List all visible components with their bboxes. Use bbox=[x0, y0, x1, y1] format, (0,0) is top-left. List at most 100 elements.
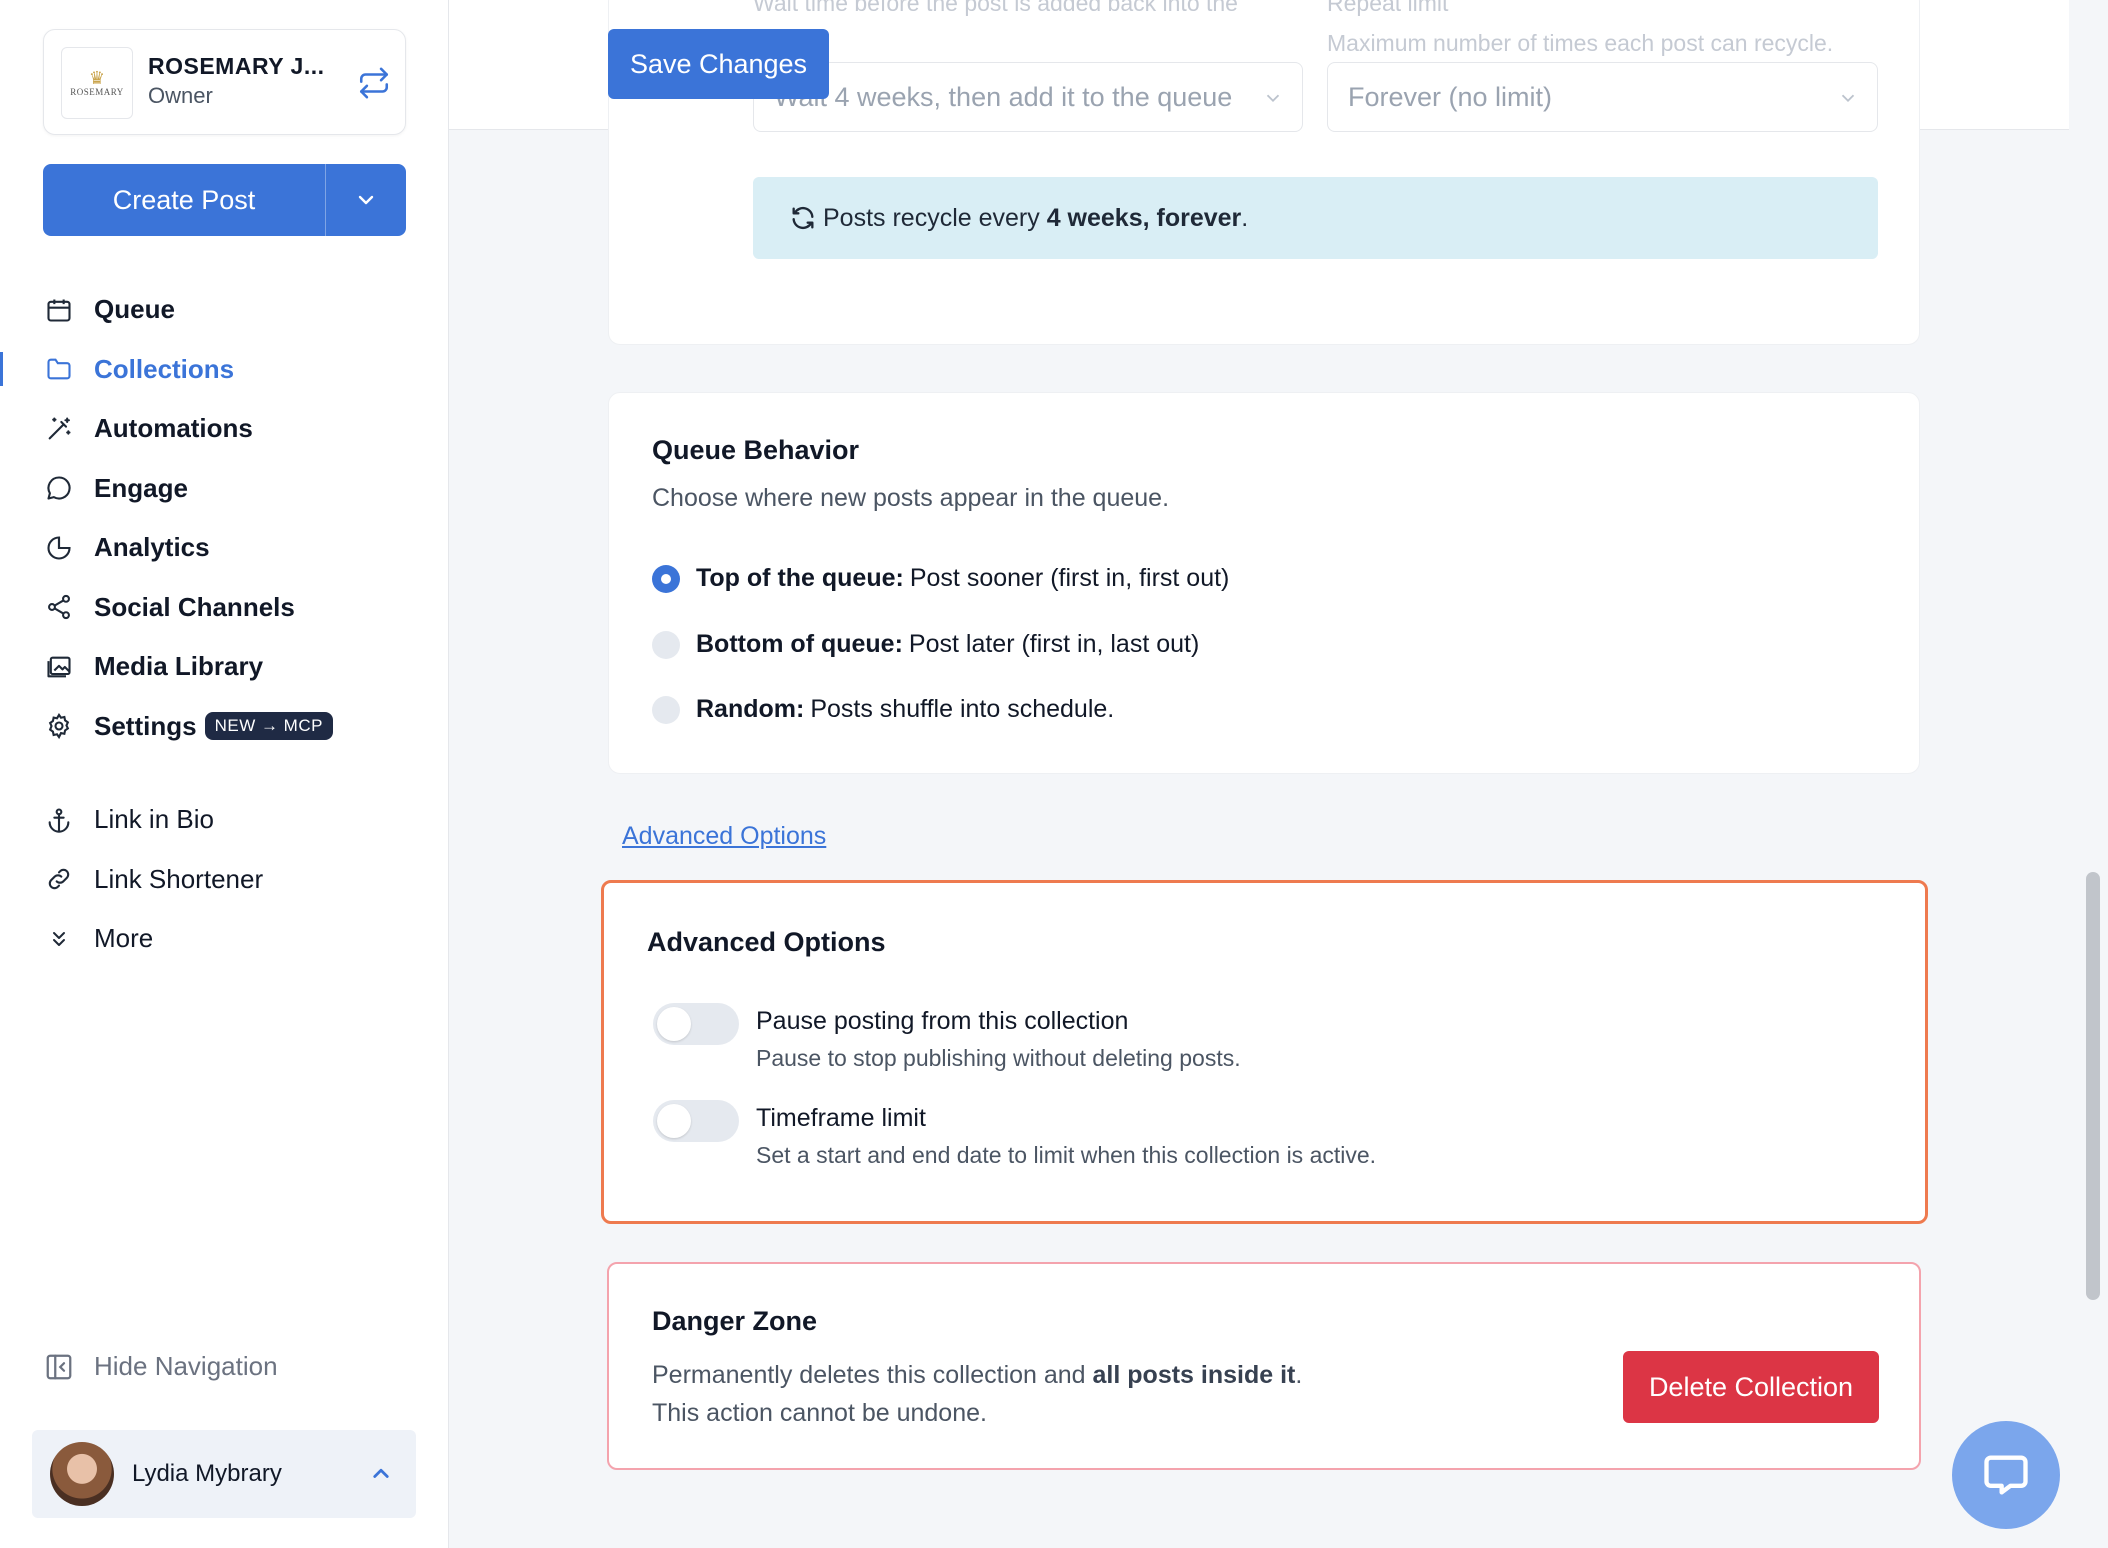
repeat-limit-select[interactable]: Forever (no limit) bbox=[1327, 62, 1878, 132]
avatar bbox=[50, 1442, 114, 1506]
sidebar-item-engage[interactable]: Engage bbox=[0, 459, 449, 519]
sidebar-item-social-channels[interactable]: Social Channels bbox=[0, 578, 449, 638]
sidebar-item-label: Link in Bio bbox=[94, 804, 214, 835]
account-switcher[interactable]: ♛ ROSEMARY ROSEMARY J... Owner bbox=[43, 29, 406, 135]
info-text-bold: 4 weeks, forever bbox=[1046, 203, 1242, 232]
pie-chart-icon bbox=[44, 533, 74, 563]
sidebar-item-more[interactable]: More bbox=[0, 909, 449, 969]
danger-desc-line2: This action cannot be undone. bbox=[652, 1399, 987, 1427]
option-label: Top of the queue: bbox=[696, 564, 904, 592]
collapse-sidebar-icon bbox=[46, 1354, 72, 1379]
danger-desc-suffix: . bbox=[1295, 1361, 1303, 1389]
help-chat-button[interactable] bbox=[1952, 1421, 2060, 1529]
anchor-icon bbox=[44, 805, 74, 835]
refresh-icon bbox=[792, 206, 814, 230]
radio-button[interactable] bbox=[652, 564, 680, 593]
info-text-suffix: . bbox=[1241, 203, 1249, 232]
recycle-info-banner: Posts recycle every 4 weeks, forever. bbox=[753, 177, 1878, 259]
sidebar-item-label: Automations bbox=[94, 413, 253, 444]
timeframe-limit-title: Timeframe limit bbox=[756, 1104, 926, 1132]
save-button[interactable]: Save Changes bbox=[608, 29, 829, 99]
danger-desc-bold: all posts inside it bbox=[1092, 1361, 1296, 1389]
sidebar-item-label: Analytics bbox=[94, 532, 210, 563]
hide-navigation-button[interactable]: Hide Navigation bbox=[44, 1351, 278, 1382]
sidebar-item-label: Media Library bbox=[94, 651, 264, 682]
double-chevron-down-icon bbox=[44, 924, 74, 954]
create-post-button[interactable]: Create Post bbox=[43, 164, 326, 236]
sidebar-item-automations[interactable]: Automations bbox=[0, 399, 449, 459]
danger-zone-title: Danger Zone bbox=[652, 1306, 818, 1336]
new-badge: NEW → MCP bbox=[204, 712, 333, 741]
timeframe-limit-desc: Set a start and end date to limit when t… bbox=[756, 1142, 1377, 1168]
hide-navigation-label: Hide Navigation bbox=[94, 1351, 278, 1381]
chat-bubble-icon bbox=[1984, 1455, 2028, 1495]
pause-posting-toggle[interactable] bbox=[653, 1003, 739, 1045]
chevron-down-icon bbox=[358, 195, 374, 205]
user-name: Lydia Mybrary bbox=[132, 1460, 282, 1487]
sidebar-item-label: Queue bbox=[94, 294, 175, 325]
switch-account-icon[interactable] bbox=[357, 66, 391, 100]
option-desc: Post later (first in, last out) bbox=[908, 630, 1200, 658]
scrollbar[interactable] bbox=[2086, 872, 2100, 1300]
wait-time-select[interactable]: Wait 4 weeks, then add it to the queue bbox=[753, 62, 1303, 132]
advanced-options-title: Advanced Options bbox=[647, 927, 886, 957]
repeat-limit-label: Repeat limit bbox=[1327, 0, 1449, 16]
share-nodes-icon bbox=[44, 592, 74, 622]
delete-collection-button[interactable]: Delete Collection bbox=[1623, 1351, 1879, 1423]
wait-time-label: Wait time before the post is added back … bbox=[753, 0, 1238, 16]
advanced-options-link[interactable]: Advanced Options bbox=[622, 822, 826, 851]
info-text-prefix: Posts recycle every bbox=[823, 203, 1047, 232]
sidebar-item-label: Link Shortener bbox=[94, 863, 264, 894]
radio-button[interactable] bbox=[652, 630, 680, 659]
option-desc: Post sooner (first in, first out) bbox=[909, 564, 1230, 592]
sidebar-item-link-in-bio[interactable]: Link in Bio bbox=[0, 790, 449, 850]
sidebar-item-label: Engage bbox=[94, 472, 188, 503]
queue-behavior-title: Queue Behavior bbox=[652, 435, 860, 465]
radio-top-of-queue[interactable]: Top of the queue: Post sooner (first in,… bbox=[652, 564, 1229, 593]
magic-wand-icon bbox=[44, 414, 74, 444]
sidebar-item-queue[interactable]: Queue bbox=[0, 280, 449, 340]
create-post-dropdown[interactable] bbox=[326, 164, 406, 236]
folder-icon bbox=[44, 354, 74, 384]
radio-bottom-of-queue[interactable]: Bottom of queue: Post later (first in, l… bbox=[652, 630, 1199, 659]
chevron-down-icon bbox=[1266, 94, 1280, 103]
account-role: Owner bbox=[148, 83, 213, 108]
sidebar-item-settings[interactable]: Settings NEW → MCP bbox=[0, 697, 449, 757]
option-label: Bottom of queue: bbox=[696, 630, 903, 658]
crown-icon: ♛ bbox=[88, 68, 106, 88]
timeframe-limit-toggle[interactable] bbox=[653, 1100, 739, 1142]
account-logo: ♛ ROSEMARY bbox=[61, 47, 133, 119]
sidebar-item-media-library[interactable]: Media Library bbox=[0, 637, 449, 697]
radio-button[interactable] bbox=[652, 695, 680, 724]
chat-bubble-icon bbox=[44, 473, 74, 503]
images-icon bbox=[44, 652, 74, 682]
user-menu[interactable]: Lydia Mybrary bbox=[32, 1430, 416, 1518]
sidebar-item-analytics[interactable]: Analytics bbox=[0, 518, 449, 578]
pause-posting-desc: Pause to stop publishing without deletin… bbox=[756, 1045, 1241, 1071]
queue-behavior-card: Queue Behavior Choose where new posts ap… bbox=[608, 392, 1920, 774]
danger-zone-card: Danger Zone Permanently deletes this col… bbox=[607, 1262, 1921, 1470]
option-label: Random: bbox=[696, 695, 805, 723]
queue-behavior-subtitle: Choose where new posts appear in the que… bbox=[652, 484, 1170, 512]
radio-random[interactable]: Random: Posts shuffle into schedule. bbox=[652, 695, 1114, 724]
sidebar-item-collections[interactable]: Collections bbox=[0, 340, 449, 400]
main-nav: Queue Collections Automations Engage Ana… bbox=[0, 280, 449, 756]
secondary-nav: Link in Bio Link Shortener More bbox=[0, 790, 449, 969]
sidebar-item-link-shortener[interactable]: Link Shortener bbox=[0, 850, 449, 910]
danger-desc-prefix: Permanently deletes this collection and bbox=[652, 1361, 1093, 1389]
advanced-options-card: Advanced Options Pause posting from this… bbox=[601, 880, 1928, 1224]
sidebar: ♛ ROSEMARY ROSEMARY J... Owner Create Po… bbox=[0, 0, 449, 1548]
link-icon bbox=[44, 864, 74, 894]
repeat-limit-value: Forever (no limit) bbox=[1348, 81, 1553, 112]
pause-posting-title: Pause posting from this collection bbox=[756, 1007, 1129, 1035]
sidebar-item-label: Social Channels bbox=[94, 591, 295, 622]
sidebar-item-label: Settings bbox=[94, 710, 197, 741]
wait-time-value: Wait 4 weeks, then add it to the queue bbox=[774, 81, 1233, 112]
sidebar-item-label: More bbox=[94, 923, 154, 954]
chevron-down-icon bbox=[1841, 94, 1855, 103]
danger-zone-desc: Permanently deletes this collection and … bbox=[652, 1356, 1302, 1432]
gear-icon bbox=[44, 711, 74, 741]
logo-text: ROSEMARY bbox=[70, 87, 124, 97]
option-desc: Posts shuffle into schedule. bbox=[810, 695, 1115, 723]
chevron-up-icon bbox=[373, 1468, 389, 1478]
